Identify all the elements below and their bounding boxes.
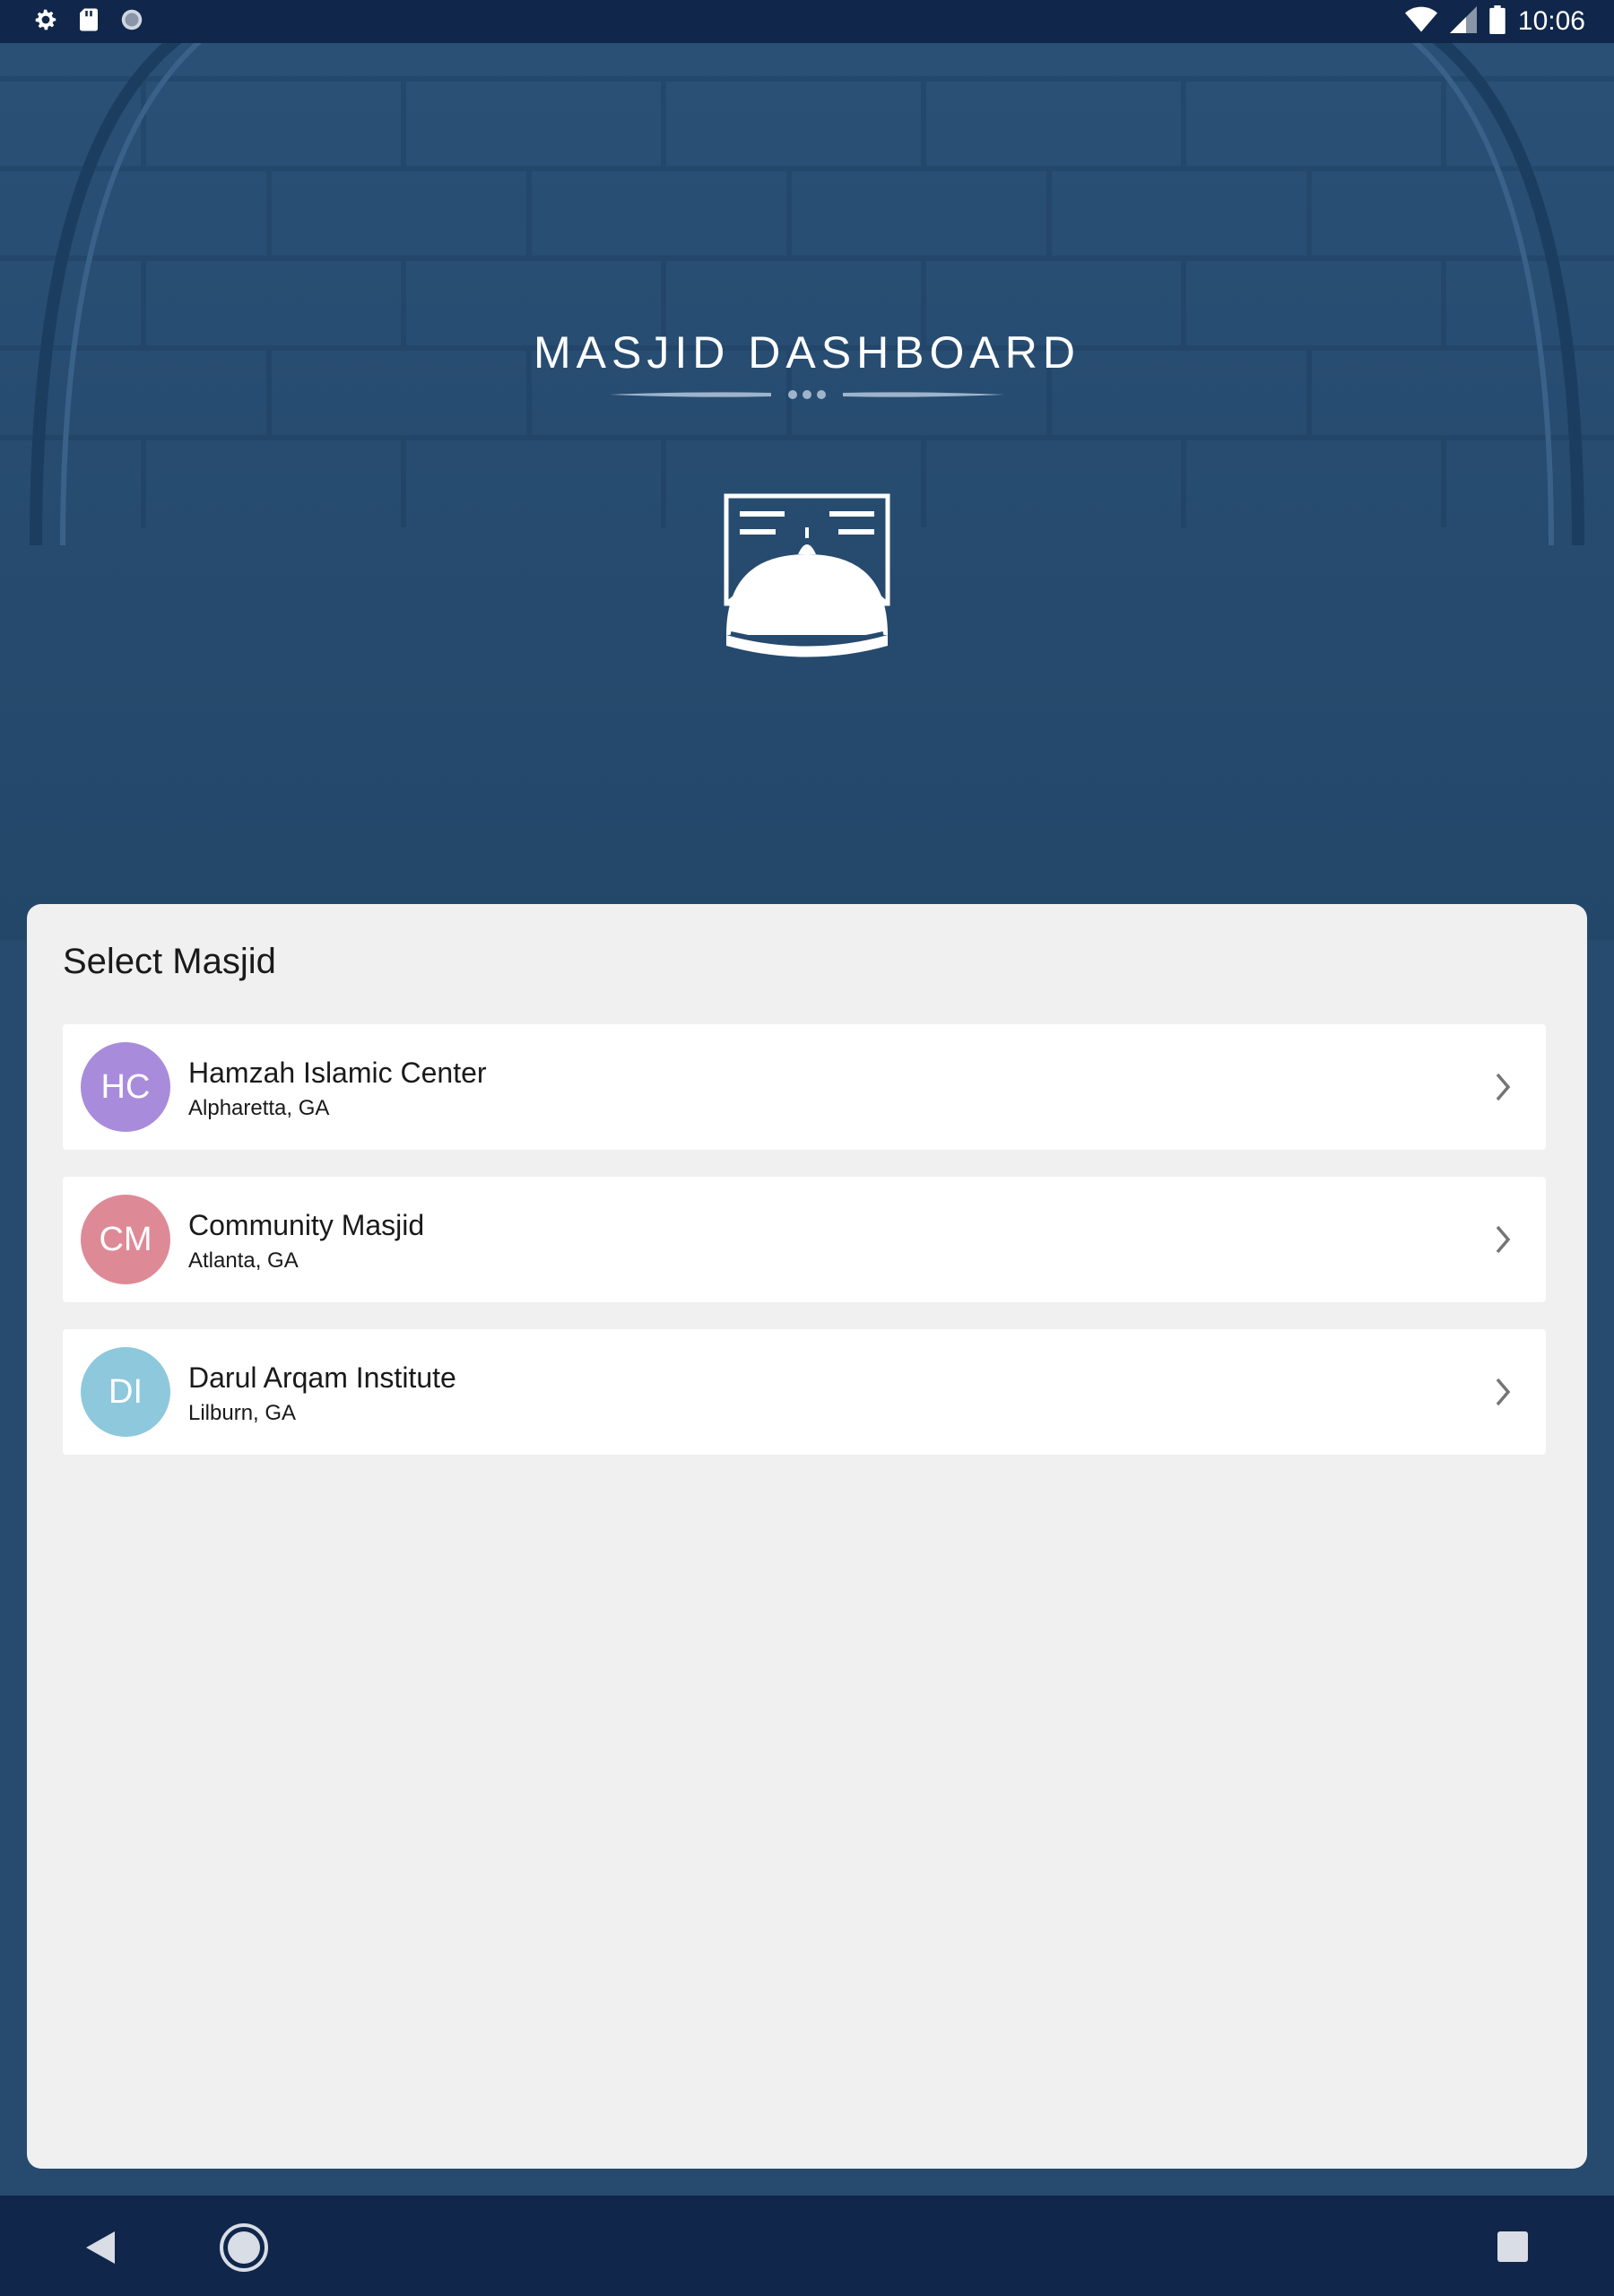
avatar: CM [81,1195,170,1284]
settings-icon [32,6,59,38]
title-ornament-icon [610,390,1004,399]
masjid-list-item-community[interactable]: CM Community Masjid Atlanta, GA [63,1177,1546,1302]
card-title: Select Masjid [63,942,276,981]
navigation-bar [0,2196,1614,2296]
status-time: 10:06 [1517,6,1585,36]
battery-icon [1489,4,1506,39]
sd-card-icon [77,6,100,38]
masjid-dome-icon [724,493,890,657]
masjid-name: Darul Arqam Institute [188,1361,456,1394]
masjid-list-item-hamzah[interactable]: HC Hamzah Islamic Center Alpharetta, GA [63,1024,1546,1150]
masjid-list: HC Hamzah Islamic Center Alpharetta, GA … [63,1024,1546,1482]
status-right-icons: 10:06 [1404,4,1585,39]
masjid-name: Hamzah Islamic Center [188,1057,487,1089]
home-icon[interactable] [219,2222,269,2273]
masjid-name: Community Masjid [188,1209,425,1241]
masjid-location: Alpharetta, GA [188,1096,330,1120]
masjid-list-item-darul-arqam[interactable]: DI Darul Arqam Institute Lilburn, GA [63,1329,1546,1455]
avatar: DI [81,1347,170,1437]
wifi-icon [1404,6,1437,38]
sync-circle-icon [118,6,145,38]
chevron-right-icon [1496,1225,1511,1254]
masjid-location: Atlanta, GA [188,1248,299,1273]
chevron-right-icon [1496,1378,1511,1406]
recents-icon[interactable] [1496,2230,1530,2264]
app-title: MASJID DASHBOARD [534,327,1080,378]
status-left-icons [32,5,145,38]
header-banner: MASJID DASHBOARD [0,43,1614,940]
back-icon[interactable] [82,2228,118,2267]
avatar: HC [81,1042,170,1132]
status-bar: 10:06 [0,0,1614,43]
chevron-right-icon [1496,1073,1511,1101]
masjid-location: Lilburn, GA [188,1401,297,1425]
select-masjid-card: Select Masjid HC Hamzah Islamic Center A… [27,904,1587,2169]
cell-signal-icon [1449,5,1477,38]
